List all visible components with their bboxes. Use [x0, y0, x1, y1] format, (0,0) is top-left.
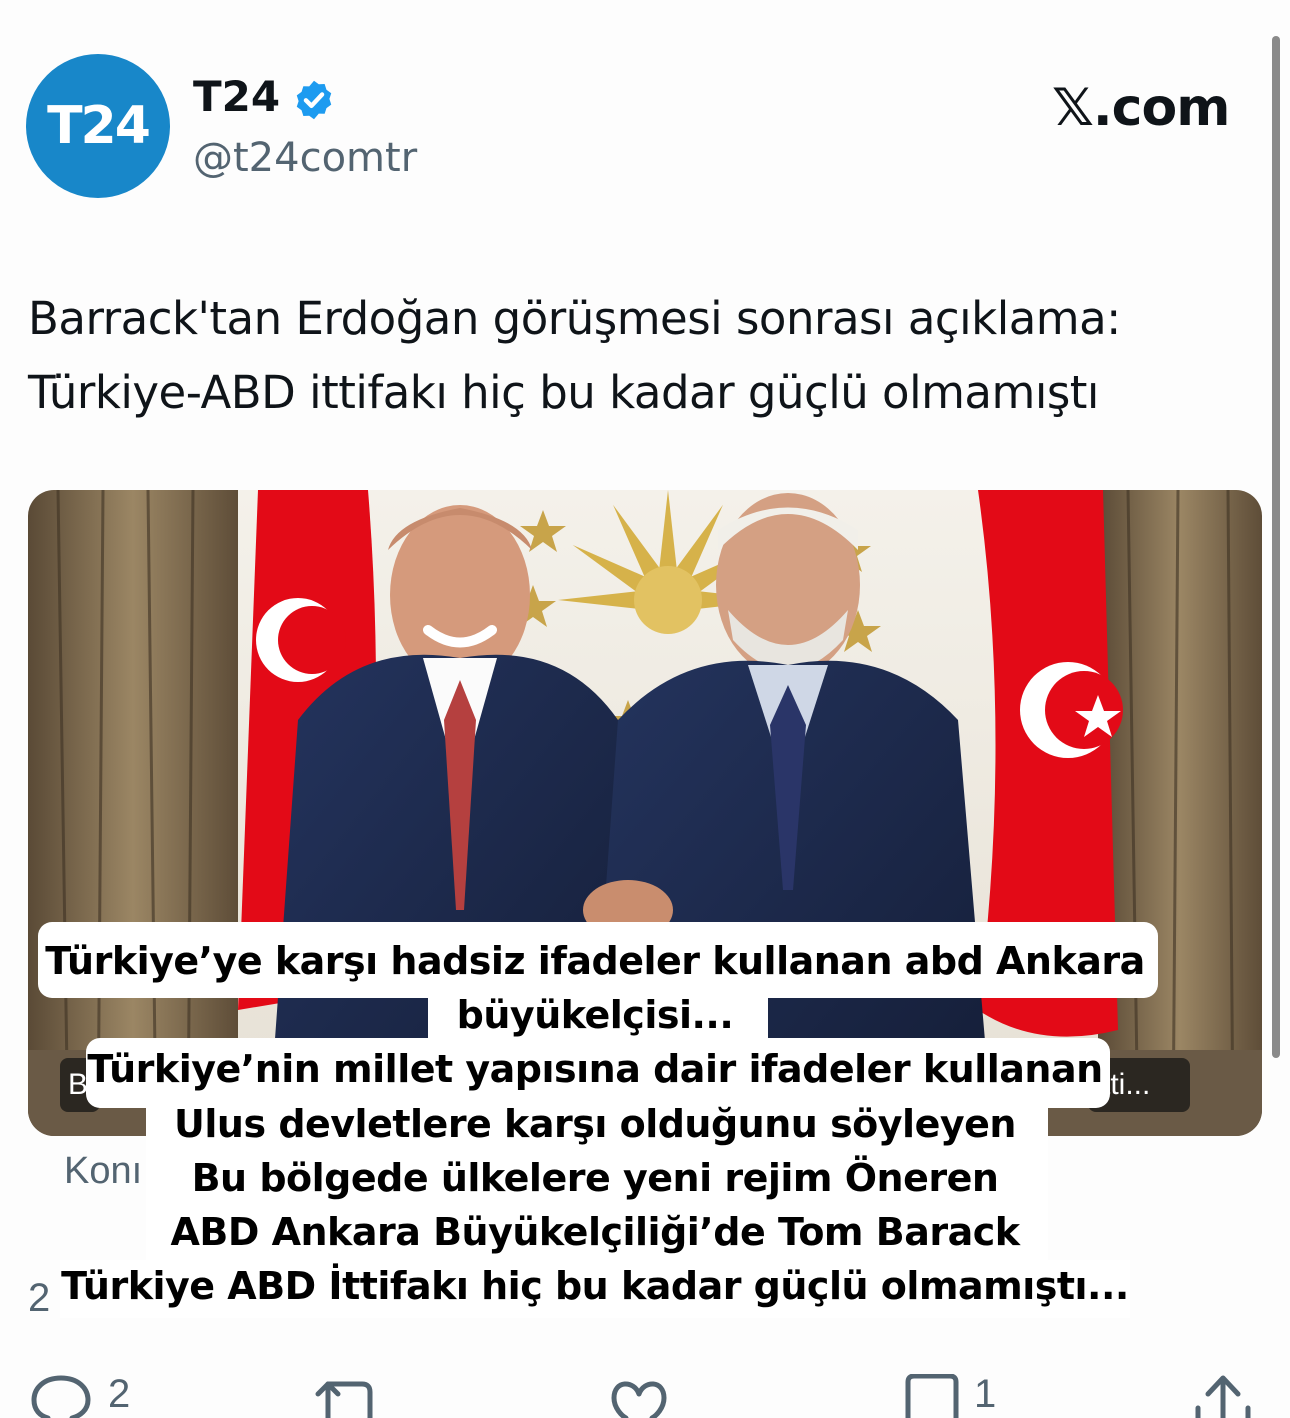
bookmark-icon	[905, 1374, 959, 1418]
headline-line-1: Barrack'tan Erdoğan görüşmesi sonrası aç…	[28, 292, 1121, 345]
caption-line-1: Türkiye’ye karşı hadsiz ifadeler kullana…	[45, 939, 1145, 983]
bookmark-count: 1	[974, 1372, 997, 1416]
caption-line-6: ABD Ankara Büyükelçiliği’de Tom Barack	[170, 1210, 1020, 1254]
repost-button[interactable]	[312, 1374, 400, 1418]
bookmark-button[interactable]: 1	[904, 1374, 996, 1418]
verified-badge-icon	[296, 80, 332, 120]
author-handle[interactable]: @t24comtr	[193, 134, 417, 182]
share-button[interactable]	[1192, 1374, 1254, 1418]
caption-line-5: Bu bölgede ülkelere yeni rejim Öneren	[191, 1156, 999, 1200]
reply-icon	[31, 1375, 91, 1418]
headline-line-2: Türkiye-ABD ittifakı hiç bu kadar güçlü …	[28, 366, 1099, 419]
reply-count: 2	[108, 1372, 131, 1416]
repost-icon	[315, 1381, 373, 1418]
scrollbar[interactable]	[1272, 36, 1280, 1058]
like-button[interactable]	[606, 1374, 686, 1418]
author-avatar[interactable]: T24	[26, 54, 170, 198]
reply-button[interactable]: 2	[28, 1374, 130, 1418]
avatar-logo-text: T24	[47, 96, 151, 156]
caption-line-3: Türkiye’nin millet yapısına dair ifadele…	[87, 1047, 1103, 1091]
author-display-name[interactable]: T24	[193, 72, 280, 122]
caption-line-7: Türkiye ABD İttifakı hiç bu kadar güçlü …	[61, 1264, 1129, 1308]
x-com-logo: 𝕏.com	[1052, 78, 1230, 138]
caption-line-4: Ulus devletlere karşı olduğunu söyleyen	[174, 1102, 1016, 1146]
share-icon	[1195, 1375, 1251, 1418]
caption-line-2: büyükelçisi...	[456, 993, 734, 1037]
like-icon	[611, 1381, 667, 1418]
post-headline: Barrack'tan Erdoğan görüşmesi sonrası aç…	[28, 282, 1258, 430]
